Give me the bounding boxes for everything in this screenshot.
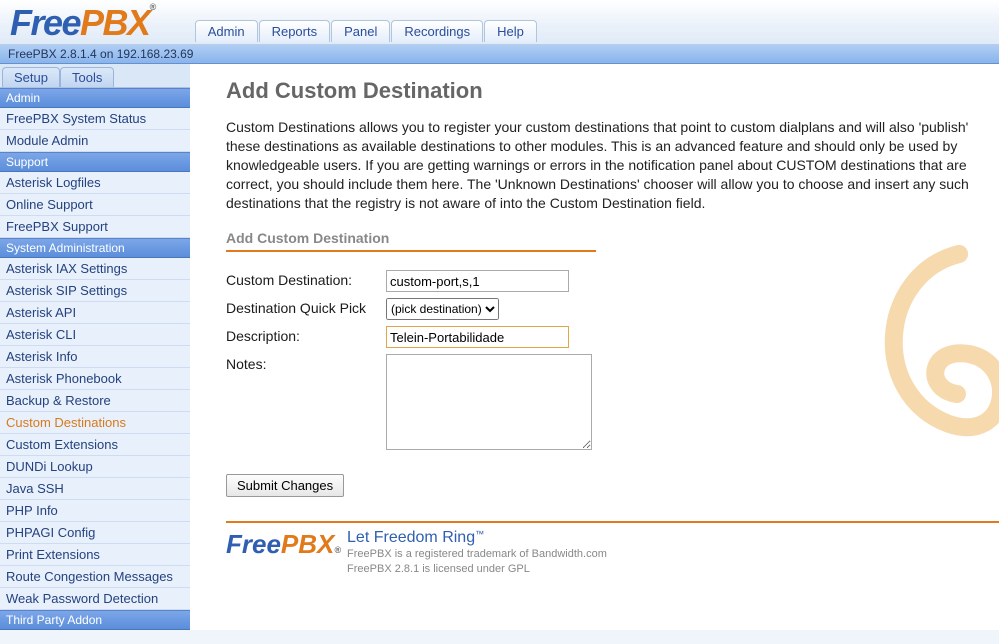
- footer-logo: FreePBX®: [226, 529, 341, 560]
- custom-destination-input[interactable]: [386, 270, 569, 292]
- sidebar-item-asterisk-logfiles[interactable]: Asterisk Logfiles: [0, 172, 190, 194]
- sidebar-item-custom-extensions[interactable]: Custom Extensions: [0, 434, 190, 456]
- sidebar-item-php-info[interactable]: PHP Info: [0, 500, 190, 522]
- sidebar-item-backup-restore[interactable]: Backup & Restore: [0, 390, 190, 412]
- sidebar-tabs: SetupTools: [0, 64, 190, 88]
- form-section-title: Add Custom Destination: [226, 230, 596, 252]
- custom-destination-label: Custom Destination:: [226, 270, 386, 288]
- submit-button[interactable]: Submit Changes: [226, 474, 344, 497]
- topnav-tab-reports[interactable]: Reports: [259, 20, 331, 42]
- sidebar-section-system-administration: System Administration: [0, 238, 190, 258]
- sidebar-item-dundi-lookup[interactable]: DUNDi Lookup: [0, 456, 190, 478]
- topnav-tab-help[interactable]: Help: [484, 20, 537, 42]
- footer-copy-2: FreePBX 2.8.1 is licensed under GPL: [347, 562, 607, 576]
- sidebar-item-route-congestion-messages[interactable]: Route Congestion Messages: [0, 566, 190, 588]
- header-bar: FreePBX® AdminReportsPanelRecordingsHelp: [0, 0, 999, 45]
- sidebar-tab-setup[interactable]: Setup: [2, 67, 60, 87]
- sidebar-item-online-support[interactable]: Online Support: [0, 194, 190, 216]
- sidebar: SetupTools AdminFreePBX System StatusMod…: [0, 64, 190, 630]
- page-title: Add Custom Destination: [226, 78, 999, 104]
- sidebar-item-asterisk-sip-settings[interactable]: Asterisk SIP Settings: [0, 280, 190, 302]
- sidebar-item-asterisk-info[interactable]: Asterisk Info: [0, 346, 190, 368]
- main-content: Add Custom Destination Custom Destinatio…: [190, 64, 999, 630]
- sidebar-item-asterisk-api[interactable]: Asterisk API: [0, 302, 190, 324]
- sidebar-section-third-party-addon: Third Party Addon: [0, 610, 190, 630]
- sidebar-item-java-ssh[interactable]: Java SSH: [0, 478, 190, 500]
- intro-text: Custom Destinations allows you to regist…: [226, 118, 999, 212]
- quickpick-label: Destination Quick Pick: [226, 298, 386, 316]
- sidebar-item-phpagi-config[interactable]: PHPAGI Config: [0, 522, 190, 544]
- freepbx-logo: FreePBX®: [10, 2, 155, 44]
- quickpick-select[interactable]: (pick destination): [386, 298, 499, 320]
- sidebar-item-weak-password-detection[interactable]: Weak Password Detection: [0, 588, 190, 610]
- footer: FreePBX® Let Freedom Ring™ FreePBX is a …: [226, 521, 999, 576]
- sidebar-item-asterisk-cli[interactable]: Asterisk CLI: [0, 324, 190, 346]
- sidebar-item-freepbx-support[interactable]: FreePBX Support: [0, 216, 190, 238]
- topnav-tab-panel[interactable]: Panel: [331, 20, 390, 42]
- sidebar-item-print-extensions[interactable]: Print Extensions: [0, 544, 190, 566]
- version-bar: FreePBX 2.8.1.4 on 192.168.23.69: [0, 45, 999, 64]
- description-input[interactable]: [386, 326, 569, 348]
- top-nav: AdminReportsPanelRecordingsHelp: [195, 20, 538, 44]
- topnav-tab-recordings[interactable]: Recordings: [391, 20, 483, 42]
- footer-slogan: Let Freedom Ring™: [347, 529, 607, 547]
- sidebar-item-asterisk-phonebook[interactable]: Asterisk Phonebook: [0, 368, 190, 390]
- sidebar-item-freepbx-system-status[interactable]: FreePBX System Status: [0, 108, 190, 130]
- footer-copy-1: FreePBX is a registered trademark of Ban…: [347, 547, 607, 561]
- description-label: Description:: [226, 326, 386, 344]
- sidebar-section-support: Support: [0, 152, 190, 172]
- topnav-tab-admin[interactable]: Admin: [195, 20, 258, 42]
- sidebar-tab-tools[interactable]: Tools: [60, 67, 114, 87]
- sidebar-section-admin: Admin: [0, 88, 190, 108]
- sidebar-item-asterisk-iax-settings[interactable]: Asterisk IAX Settings: [0, 258, 190, 280]
- sidebar-item-custom-destinations[interactable]: Custom Destinations: [0, 412, 190, 434]
- notes-textarea[interactable]: [386, 354, 592, 450]
- sidebar-item-module-admin[interactable]: Module Admin: [0, 130, 190, 152]
- notes-label: Notes:: [226, 354, 386, 372]
